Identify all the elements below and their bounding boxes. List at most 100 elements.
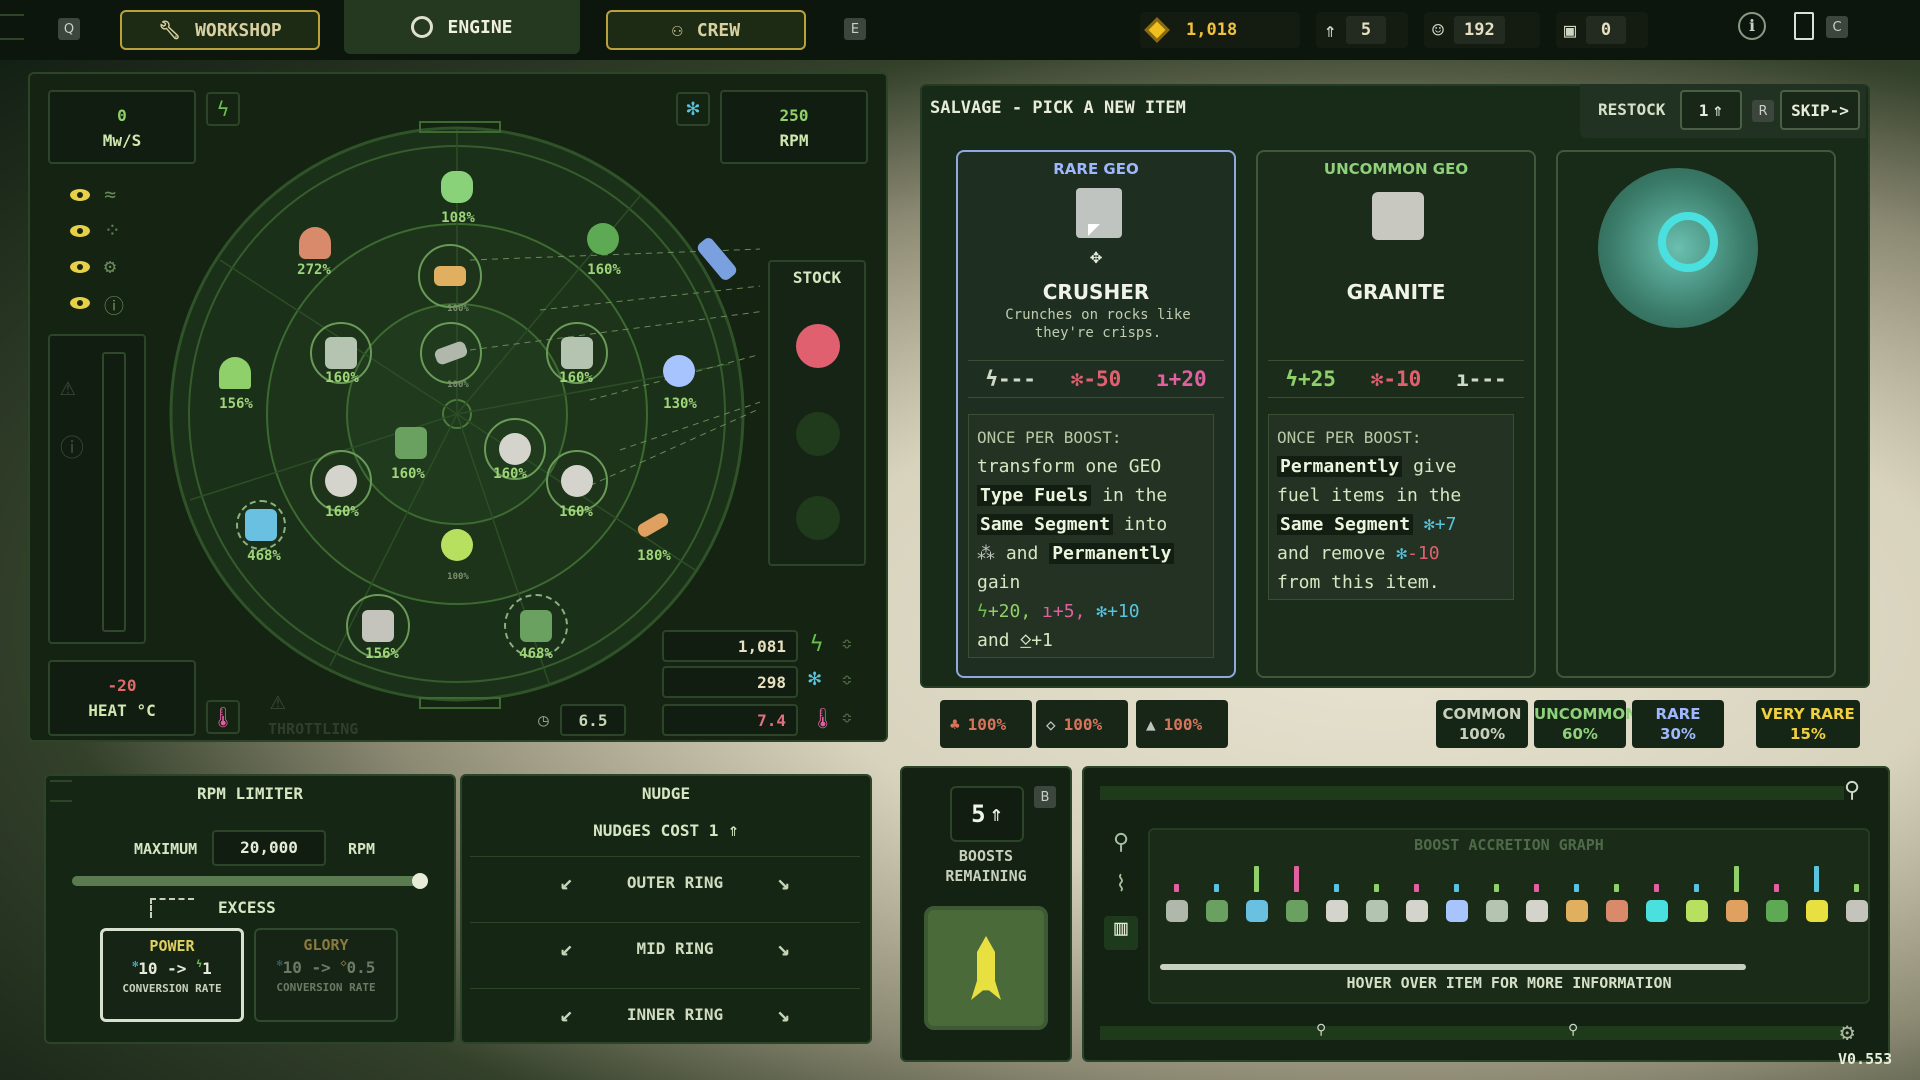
- fuel-output-value: 298: [757, 673, 786, 692]
- graph-item-icon[interactable]: [1646, 900, 1668, 922]
- rotate-left-icon[interactable]: ↙: [560, 1002, 573, 1027]
- engine-slot[interactable]: [432, 520, 482, 570]
- target-icon: [411, 16, 434, 38]
- graph-mode-line-icon[interactable]: ⌇: [1104, 872, 1138, 906]
- graph-item-icon[interactable]: [1726, 900, 1748, 922]
- graph-item-icon[interactable]: [1166, 900, 1188, 922]
- graph-item-icon[interactable]: [1846, 900, 1868, 922]
- slot-pct: 100%: [447, 572, 469, 582]
- desc-text: in the: [1102, 485, 1168, 506]
- glory-conversion-box[interactable]: GLORY ✻10 -> ◇0.5 CONVERSION RATE: [254, 928, 398, 1022]
- stock-label: STOCK: [792, 268, 842, 287]
- engine-slot[interactable]: [546, 450, 608, 512]
- stock-slot[interactable]: [796, 412, 840, 456]
- card-rarity: UNCOMMON GEO: [1323, 160, 1469, 178]
- rotate-right-icon[interactable]: ↘: [777, 936, 790, 961]
- restock-button[interactable]: 1 ⇑: [1680, 90, 1742, 130]
- granite-item-icon: [1372, 192, 1424, 240]
- graph-item-icon[interactable]: [1206, 900, 1228, 922]
- nudge-inner-ring[interactable]: ↙ INNER RING ↘: [470, 988, 860, 1040]
- nudge-outer-ring[interactable]: ↙ OUTER RING ↘: [470, 856, 860, 908]
- engine-slot[interactable]: [578, 214, 628, 264]
- salvage-card-granite[interactable]: UNCOMMON GEO GRANITE ϟ+25 ✻-10 ı--- ONCE…: [1256, 150, 1536, 678]
- nudge-mid-ring[interactable]: ↙ MID RING ↘: [470, 922, 860, 974]
- tab-crew[interactable]: ⚇ CREW: [606, 10, 806, 50]
- eye-icon[interactable]: [70, 189, 90, 201]
- nudge-cost: NUDGES COST 1 ⇑: [460, 820, 872, 841]
- engine-slot[interactable]: [418, 244, 482, 308]
- engine-slot[interactable]: [210, 348, 260, 398]
- graph-mode-bar-icon[interactable]: ▥: [1104, 916, 1138, 950]
- heat-output: 7.4: [662, 704, 798, 736]
- graph-item-icon[interactable]: [1326, 900, 1348, 922]
- graph-item-icon[interactable]: [1806, 900, 1828, 922]
- power-conversion-box[interactable]: POWER ✻10 -> ϟ1 CONVERSION RATE: [100, 928, 244, 1022]
- rpm-slider-knob[interactable]: [412, 873, 428, 889]
- salvage-title: SALVAGE - PICK A NEW ITEM: [930, 98, 1186, 118]
- rarity-rare: RARE 30%: [1632, 700, 1724, 748]
- graph-item-icon[interactable]: [1286, 900, 1308, 922]
- expand-icon[interactable]: ≎: [842, 634, 852, 653]
- graph-item-icon[interactable]: [1526, 900, 1548, 922]
- pillar-item-icon: [587, 223, 619, 255]
- engine-slot[interactable]: [290, 218, 340, 268]
- speed-readout: 6.5: [560, 704, 626, 736]
- eye-icon[interactable]: [70, 261, 90, 273]
- tab-engine[interactable]: ENGINE: [344, 0, 580, 54]
- graph-bar: [1814, 866, 1819, 892]
- graph-item-icon[interactable]: [1486, 900, 1508, 922]
- graph-mode-network-icon[interactable]: ⚲: [1104, 830, 1138, 864]
- key-c[interactable]: C: [1826, 16, 1848, 38]
- tab-workshop[interactable]: 🔧︎ WORKSHOP: [120, 10, 320, 50]
- rpm-max-unit: RPM: [348, 840, 376, 858]
- graph-item-icon[interactable]: [1686, 900, 1708, 922]
- glory-box-caption: CONVERSION RATE: [276, 981, 376, 994]
- rotate-left-icon[interactable]: ↙: [560, 870, 573, 895]
- rpm-max-input[interactable]: 20,000: [212, 830, 326, 866]
- rotate-right-icon[interactable]: ↘: [777, 1002, 790, 1027]
- boosts-count: 5: [971, 800, 986, 828]
- boost-button[interactable]: [924, 906, 1048, 1030]
- skip-button[interactable]: SKIP->: [1780, 90, 1860, 130]
- expand-icon[interactable]: ≎: [842, 708, 852, 727]
- rotate-left-icon[interactable]: ↙: [560, 936, 573, 961]
- key-e[interactable]: E: [844, 18, 866, 40]
- key-r[interactable]: R: [1752, 100, 1774, 122]
- slot-pct: 160%: [493, 466, 527, 482]
- rpm-slider-track[interactable]: [72, 873, 428, 889]
- menu-lines-icon: [0, 14, 24, 40]
- graph-item-icon[interactable]: [1366, 900, 1388, 922]
- egg-item-icon: [561, 465, 593, 497]
- stock-slot[interactable]: [796, 324, 840, 368]
- eye-icon[interactable]: [70, 297, 90, 309]
- boosts-count-box: 5 ⇑: [950, 786, 1024, 842]
- key-b[interactable]: B: [1034, 786, 1056, 808]
- engine-slot[interactable]: [236, 500, 286, 550]
- engine-slot[interactable]: [654, 346, 704, 396]
- graph-item-icon[interactable]: [1566, 900, 1588, 922]
- engine-slot[interactable]: [310, 450, 372, 512]
- eye-icon[interactable]: [70, 225, 90, 237]
- graph-item-icon[interactable]: [1446, 900, 1468, 922]
- desc-highlight: Same Segment: [977, 514, 1114, 535]
- graph-item-icon[interactable]: [1406, 900, 1428, 922]
- key-q[interactable]: Q: [58, 18, 80, 40]
- stock-slot[interactable]: [796, 496, 840, 540]
- graph-item-icon[interactable]: [1606, 900, 1628, 922]
- graph-item-icon[interactable]: [1766, 900, 1788, 922]
- graph-item-icon[interactable]: [1246, 900, 1268, 922]
- engine-slot[interactable]: [432, 162, 482, 212]
- engine-slot[interactable]: [420, 322, 482, 384]
- expand-icon[interactable]: ≎: [842, 670, 852, 689]
- salvage-card-hidden[interactable]: [1556, 150, 1836, 678]
- journal-icon[interactable]: [1794, 12, 1814, 40]
- engine-slot[interactable]: [628, 500, 678, 550]
- graph-scrollbar[interactable]: [1160, 964, 1746, 970]
- settings-wheel-icon[interactable]: ⚙: [1840, 1018, 1854, 1046]
- engine-slot[interactable]: [386, 418, 436, 468]
- rarity-label: RARE: [1655, 705, 1701, 723]
- rotate-right-icon[interactable]: ↘: [777, 870, 790, 895]
- desc-text: transform one GEO: [977, 456, 1162, 477]
- lightning-icon: ϟ: [810, 632, 824, 657]
- info-icon[interactable]: i: [1738, 12, 1766, 40]
